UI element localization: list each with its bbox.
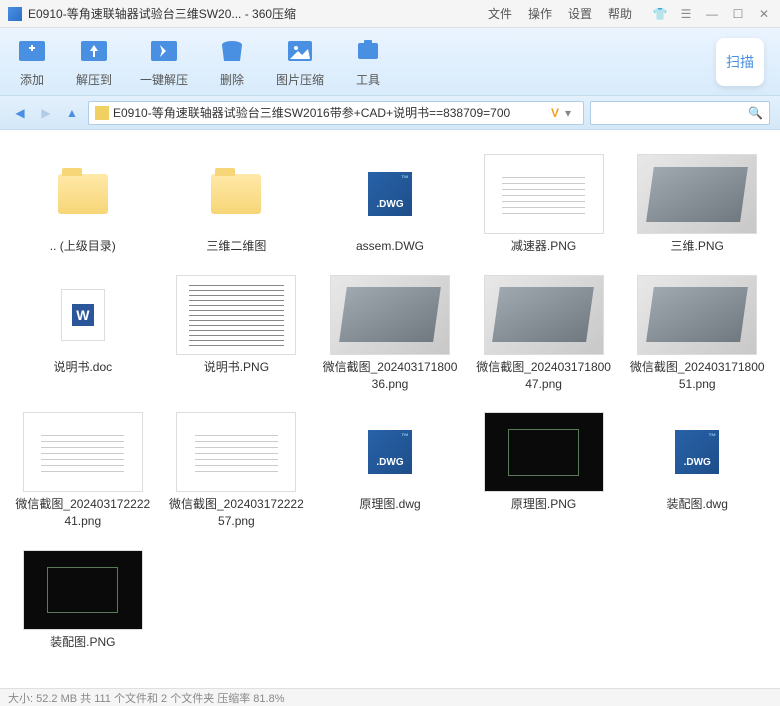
nav-back-icon[interactable]: ◀ — [10, 103, 30, 123]
folder-icon — [95, 106, 109, 120]
file-item[interactable]: W 说明书.doc — [10, 271, 156, 397]
file-name-label: 微信截图_20240317222257.png — [168, 496, 306, 530]
menu-operate[interactable]: 操作 — [528, 5, 552, 22]
menu-help[interactable]: 帮助 — [608, 5, 632, 22]
vip-icon: V — [551, 106, 559, 120]
file-name-label: 微信截图_20240317180036.png — [321, 359, 459, 393]
toolbar: 添加 解压到 一键解压 删除 图片压缩 工具 扫描 — [0, 28, 780, 96]
file-thumbnail — [23, 550, 143, 630]
app-icon — [8, 7, 22, 21]
file-name-label: 三维二维图 — [206, 238, 266, 255]
file-name-label: 微信截图_20240317180047.png — [475, 359, 613, 393]
dropdown-icon[interactable]: ▾ — [559, 106, 577, 120]
tools-icon — [352, 35, 384, 67]
file-item[interactable]: 微信截图_20240317222257.png — [164, 408, 310, 534]
file-item[interactable]: 说明书.PNG — [164, 271, 310, 397]
skin-icon[interactable]: 👕 — [652, 6, 668, 22]
scan-button[interactable]: 扫描 — [716, 38, 764, 86]
nav-forward-icon[interactable]: ▶ — [36, 103, 56, 123]
close-icon[interactable]: ✕ — [756, 6, 772, 22]
file-thumbnail — [637, 154, 757, 234]
file-thumbnail — [484, 275, 604, 355]
nav-up-icon[interactable]: ▲ — [62, 103, 82, 123]
file-name-label: 装配图.PNG — [50, 634, 115, 651]
file-thumbnail: .DWG — [330, 412, 450, 492]
delete-icon — [216, 35, 248, 67]
file-name-label: 三维.PNG — [671, 238, 724, 255]
delete-button[interactable]: 删除 — [216, 35, 248, 88]
file-item[interactable]: .DWG 装配图.dwg — [624, 408, 770, 534]
file-name-label: 微信截图_20240317180051.png — [628, 359, 766, 393]
image-icon — [284, 35, 316, 67]
search-input[interactable]: 🔍 — [590, 101, 770, 125]
file-thumbnail — [637, 275, 757, 355]
file-thumbnail — [484, 412, 604, 492]
file-item[interactable]: .. (上级目录) — [10, 150, 156, 259]
window-title: E0910-等角速联轴器试验台三维SW20... - 360压缩 — [28, 5, 488, 22]
file-thumbnail: W — [23, 275, 143, 355]
file-name-label: 原理图.dwg — [359, 496, 420, 513]
extract-button[interactable]: 解压到 — [76, 35, 112, 88]
tools-button[interactable]: 工具 — [352, 35, 384, 88]
menu-bar: 文件 操作 设置 帮助 — [488, 5, 632, 22]
navbar: ◀ ▶ ▲ E0910-等角速联轴器试验台三维SW2016带参+CAD+说明书=… — [0, 96, 780, 130]
file-thumbnail — [484, 154, 604, 234]
file-item[interactable]: 微信截图_20240317180047.png — [471, 271, 617, 397]
file-item[interactable]: 减速器.PNG — [471, 150, 617, 259]
menu-settings[interactable]: 设置 — [568, 5, 592, 22]
file-thumbnail — [23, 154, 143, 234]
file-name-label: assem.DWG — [356, 238, 424, 255]
file-item[interactable]: 微信截图_20240317222241.png — [10, 408, 156, 534]
file-name-label: 说明书.PNG — [204, 359, 269, 376]
file-item[interactable]: 装配图.PNG — [10, 546, 156, 655]
file-thumbnail — [176, 275, 296, 355]
feedback-icon[interactable]: ☰ — [678, 6, 694, 22]
file-name-label: 装配图.dwg — [667, 496, 728, 513]
image-compress-button[interactable]: 图片压缩 — [276, 35, 324, 88]
minimize-icon[interactable]: — — [704, 6, 720, 22]
oneclick-extract-button[interactable]: 一键解压 — [140, 35, 188, 88]
status-text: 大小: 52.2 MB 共 111 个文件和 2 个文件夹 压缩率 81.8% — [8, 690, 285, 706]
maximize-icon[interactable]: ☐ — [730, 6, 746, 22]
file-thumbnail — [23, 412, 143, 492]
oneclick-icon — [148, 35, 180, 67]
search-icon[interactable]: 🔍 — [748, 106, 763, 120]
extract-icon — [78, 35, 110, 67]
add-icon — [16, 35, 48, 67]
file-name-label: .. (上级目录) — [50, 238, 116, 255]
file-thumbnail — [176, 154, 296, 234]
file-thumbnail — [330, 275, 450, 355]
menu-file[interactable]: 文件 — [488, 5, 512, 22]
file-item[interactable]: 微信截图_20240317180051.png — [624, 271, 770, 397]
path-input[interactable]: E0910-等角速联轴器试验台三维SW2016带参+CAD+说明书==83870… — [88, 101, 584, 125]
statusbar: 大小: 52.2 MB 共 111 个文件和 2 个文件夹 压缩率 81.8% — [0, 688, 780, 706]
file-name-label: 原理图.PNG — [511, 496, 576, 513]
file-thumbnail — [176, 412, 296, 492]
file-name-label: 减速器.PNG — [511, 238, 576, 255]
file-name-label: 说明书.doc — [53, 359, 112, 376]
file-item[interactable]: 微信截图_20240317180036.png — [317, 271, 463, 397]
file-item[interactable]: 三维.PNG — [624, 150, 770, 259]
file-list-area[interactable]: .. (上级目录) 三维二维图 .DWG assem.DWG 减速器.PNG 三维.PNG… — [0, 130, 780, 688]
add-button[interactable]: 添加 — [16, 35, 48, 88]
file-thumbnail: .DWG — [330, 154, 450, 234]
file-thumbnail: .DWG — [637, 412, 757, 492]
file-item[interactable]: 原理图.PNG — [471, 408, 617, 534]
file-item[interactable]: .DWG assem.DWG — [317, 150, 463, 259]
titlebar: E0910-等角速联轴器试验台三维SW20... - 360压缩 文件 操作 设… — [0, 0, 780, 28]
file-item[interactable]: .DWG 原理图.dwg — [317, 408, 463, 534]
file-name-label: 微信截图_20240317222241.png — [14, 496, 152, 530]
file-item[interactable]: 三维二维图 — [164, 150, 310, 259]
